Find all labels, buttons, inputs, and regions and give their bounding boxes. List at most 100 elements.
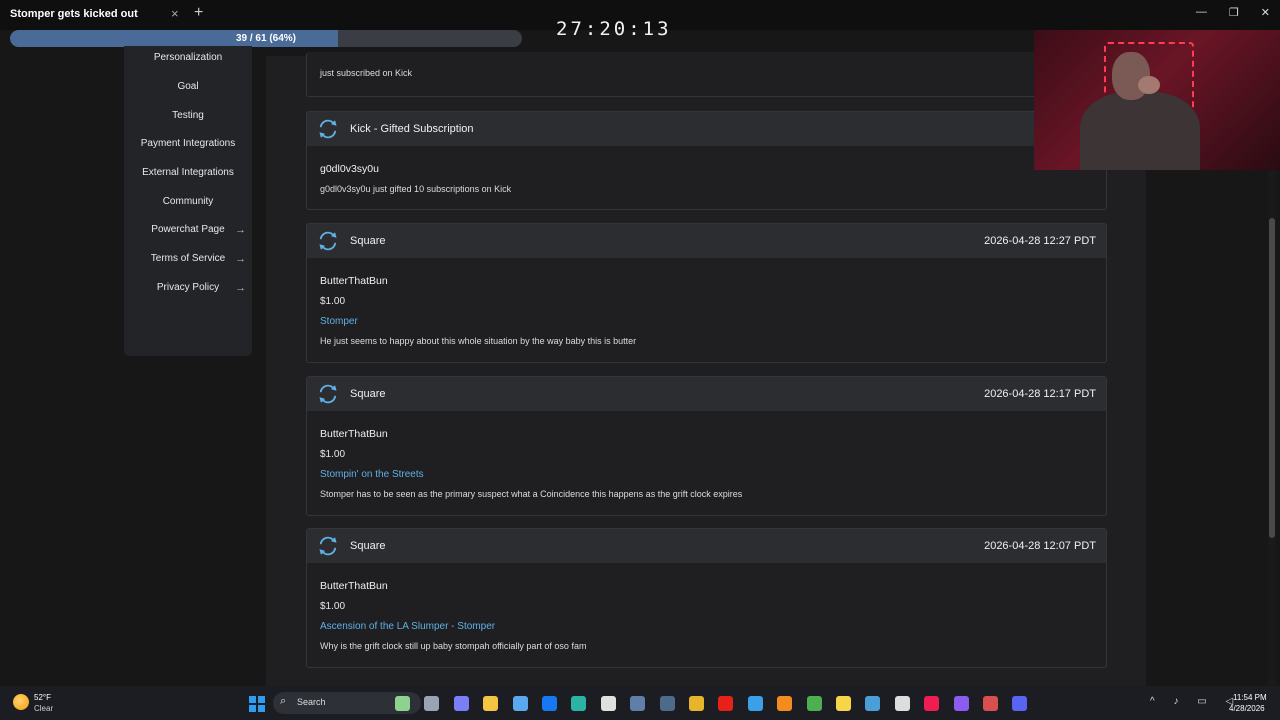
event-amount: $1.00 bbox=[320, 296, 346, 307]
window-controls: — ❐ ✕ bbox=[1196, 6, 1270, 19]
sidebar-item-external-integrations[interactable]: External Integrations bbox=[124, 167, 252, 178]
event-card: Square 2026-04-28 12:27 PDT ButterThatBu… bbox=[306, 223, 1107, 363]
sidebar-item-powerchat-page[interactable]: Powerchat Page → bbox=[124, 224, 252, 236]
arrow-right-icon: → bbox=[235, 282, 246, 294]
countdown-timer: 27:20:13 bbox=[556, 18, 672, 40]
network-app-icon[interactable] bbox=[865, 696, 881, 711]
sync-icon bbox=[319, 231, 337, 251]
obs-icon[interactable] bbox=[894, 696, 910, 711]
weather-moon-icon[interactable] bbox=[13, 694, 29, 710]
event-card: Square 2026-04-28 12:07 PDT ButterThatBu… bbox=[306, 528, 1107, 668]
event-title: Square bbox=[350, 235, 386, 247]
sidebar-item-personalization[interactable]: Personalization bbox=[124, 52, 252, 63]
event-message: g0dl0v3sy0u just gifted 10 subscriptions… bbox=[320, 184, 512, 194]
event-media-link[interactable]: Stomper bbox=[320, 316, 358, 327]
copilot-icon[interactable] bbox=[453, 696, 469, 711]
store-icon[interactable] bbox=[512, 696, 528, 711]
event-card-header: Square 2026-04-28 12:27 PDT bbox=[307, 224, 1106, 258]
tab-close-icon[interactable]: × bbox=[171, 6, 179, 21]
tiktok-icon[interactable] bbox=[924, 696, 940, 711]
sidebar-item-label: External Integrations bbox=[142, 167, 234, 178]
arrow-right-icon: → bbox=[235, 253, 246, 265]
weather-temperature[interactable]: 52°F bbox=[34, 693, 51, 702]
search-label: Search bbox=[297, 697, 326, 707]
vlc-icon[interactable] bbox=[777, 696, 793, 711]
sidebar-item-testing[interactable]: Testing bbox=[124, 110, 252, 121]
event-date: 2026-04-28 12:17 PDT bbox=[984, 388, 1096, 400]
misc-app-icon[interactable] bbox=[983, 696, 998, 711]
event-card-header: Kick - Gifted Subscription 2026-04-2 bbox=[307, 112, 1106, 146]
goal-progress-bar: 39 / 61 (64%) bbox=[10, 30, 522, 47]
search-icon: ⌕ bbox=[280, 695, 287, 707]
person-body bbox=[1080, 92, 1200, 170]
event-media-link[interactable]: Stompin' on the Streets bbox=[320, 469, 424, 480]
circle-app-icon[interactable] bbox=[953, 696, 969, 711]
event-username: ButterThatBun bbox=[320, 428, 388, 440]
system-tray[interactable]: ^ ♪ ▭ ◁ bbox=[1150, 696, 1241, 707]
event-message: Stomper has to be seen as the primary su… bbox=[320, 489, 743, 499]
scrollbar-thumb[interactable] bbox=[1269, 218, 1275, 538]
windows-start-icon[interactable] bbox=[249, 696, 265, 712]
arrow-right-icon: → bbox=[235, 224, 246, 236]
sidebar-item-label: Goal bbox=[177, 81, 199, 92]
sync-icon bbox=[319, 119, 337, 139]
event-amount: $1.00 bbox=[320, 449, 346, 460]
event-amount: $1.00 bbox=[320, 601, 346, 612]
sidebar-item-label: Payment Integrations bbox=[140, 138, 236, 149]
progress-text: 39 / 61 (64%) bbox=[235, 33, 297, 44]
event-media-link[interactable]: Ascension of the LA Slumper - Stomper bbox=[320, 621, 495, 632]
sticky-notes-icon[interactable] bbox=[836, 696, 851, 711]
sidebar-item-label: Privacy Policy bbox=[156, 282, 220, 293]
new-tab-button[interactable]: + bbox=[194, 4, 203, 22]
event-title: Square bbox=[350, 540, 386, 552]
event-username: ButterThatBun bbox=[320, 580, 388, 592]
xbox-icon[interactable] bbox=[806, 696, 822, 711]
steam-icon[interactable] bbox=[659, 696, 675, 711]
youtube-icon[interactable] bbox=[718, 696, 734, 711]
event-title: Square bbox=[350, 388, 386, 400]
minimize-button[interactable]: — bbox=[1196, 6, 1207, 19]
event-message: just subscribed on Kick bbox=[320, 68, 413, 78]
calculator-icon[interactable] bbox=[630, 696, 646, 711]
event-message: Why is the grift clock still up baby sto… bbox=[320, 641, 587, 651]
edge-icon[interactable] bbox=[571, 696, 587, 711]
clock-time[interactable]: 11:54 PM bbox=[1233, 693, 1267, 702]
amazon-icon[interactable] bbox=[600, 696, 616, 711]
sidebar-item-label: Testing bbox=[172, 110, 204, 121]
event-card-header: Square 2026-04-28 12:17 PDT bbox=[307, 377, 1106, 411]
event-card: Square 2026-04-28 12:17 PDT ButterThatBu… bbox=[306, 376, 1107, 516]
task-view-icon[interactable] bbox=[424, 696, 440, 711]
sidebar-item-community[interactable]: Community bbox=[124, 196, 252, 207]
event-card-header: Square 2026-04-28 12:07 PDT bbox=[307, 529, 1106, 563]
sidebar-item-privacy-policy[interactable]: Privacy Policy → bbox=[124, 282, 252, 294]
sync-icon bbox=[319, 536, 337, 556]
sidebar-item-label: Personalization bbox=[153, 52, 223, 63]
weather-condition[interactable]: Clear bbox=[34, 704, 53, 713]
sidebar-item-terms-of-service[interactable]: Terms of Service → bbox=[124, 253, 252, 265]
event-date: 2026-04-28 12:07 PDT bbox=[984, 540, 1096, 552]
widgets-icon[interactable] bbox=[395, 696, 410, 711]
sidebar-item-goal[interactable]: Goal bbox=[124, 81, 252, 92]
sidebar-item-label: Community bbox=[162, 196, 214, 207]
event-title: Kick - Gifted Subscription bbox=[350, 123, 474, 135]
settings-blue-icon[interactable] bbox=[747, 696, 763, 711]
facebook-icon[interactable] bbox=[542, 696, 557, 711]
tab-title[interactable]: Stomper gets kicked out bbox=[10, 8, 138, 20]
sync-icon bbox=[319, 384, 337, 404]
event-date: 2026-04-28 12:27 PDT bbox=[984, 235, 1096, 247]
webcam-overlay bbox=[1034, 30, 1280, 170]
sidebar-item-label: Powerchat Page bbox=[151, 224, 225, 235]
settings-sidebar: Personalization Goal Testing Payment Int… bbox=[124, 46, 252, 356]
event-username: ButterThatBun bbox=[320, 275, 388, 287]
event-card: Kick - Gifted Subscription 2026-04-2 g0d… bbox=[306, 111, 1107, 210]
sidebar-item-payment-integrations[interactable]: Payment Integrations bbox=[124, 138, 252, 149]
file-explorer-icon[interactable] bbox=[483, 696, 499, 711]
clock-date[interactable]: 4/28/2026 bbox=[1229, 704, 1265, 713]
discord-icon[interactable] bbox=[1012, 696, 1028, 711]
person-hand bbox=[1138, 76, 1160, 94]
event-username: g0dl0v3sy0u bbox=[320, 163, 379, 175]
maximize-button[interactable]: ❐ bbox=[1229, 6, 1239, 19]
chrome-icon[interactable] bbox=[689, 696, 704, 711]
sidebar-item-label: Terms of Service bbox=[150, 253, 226, 264]
close-window-button[interactable]: ✕ bbox=[1261, 6, 1270, 19]
